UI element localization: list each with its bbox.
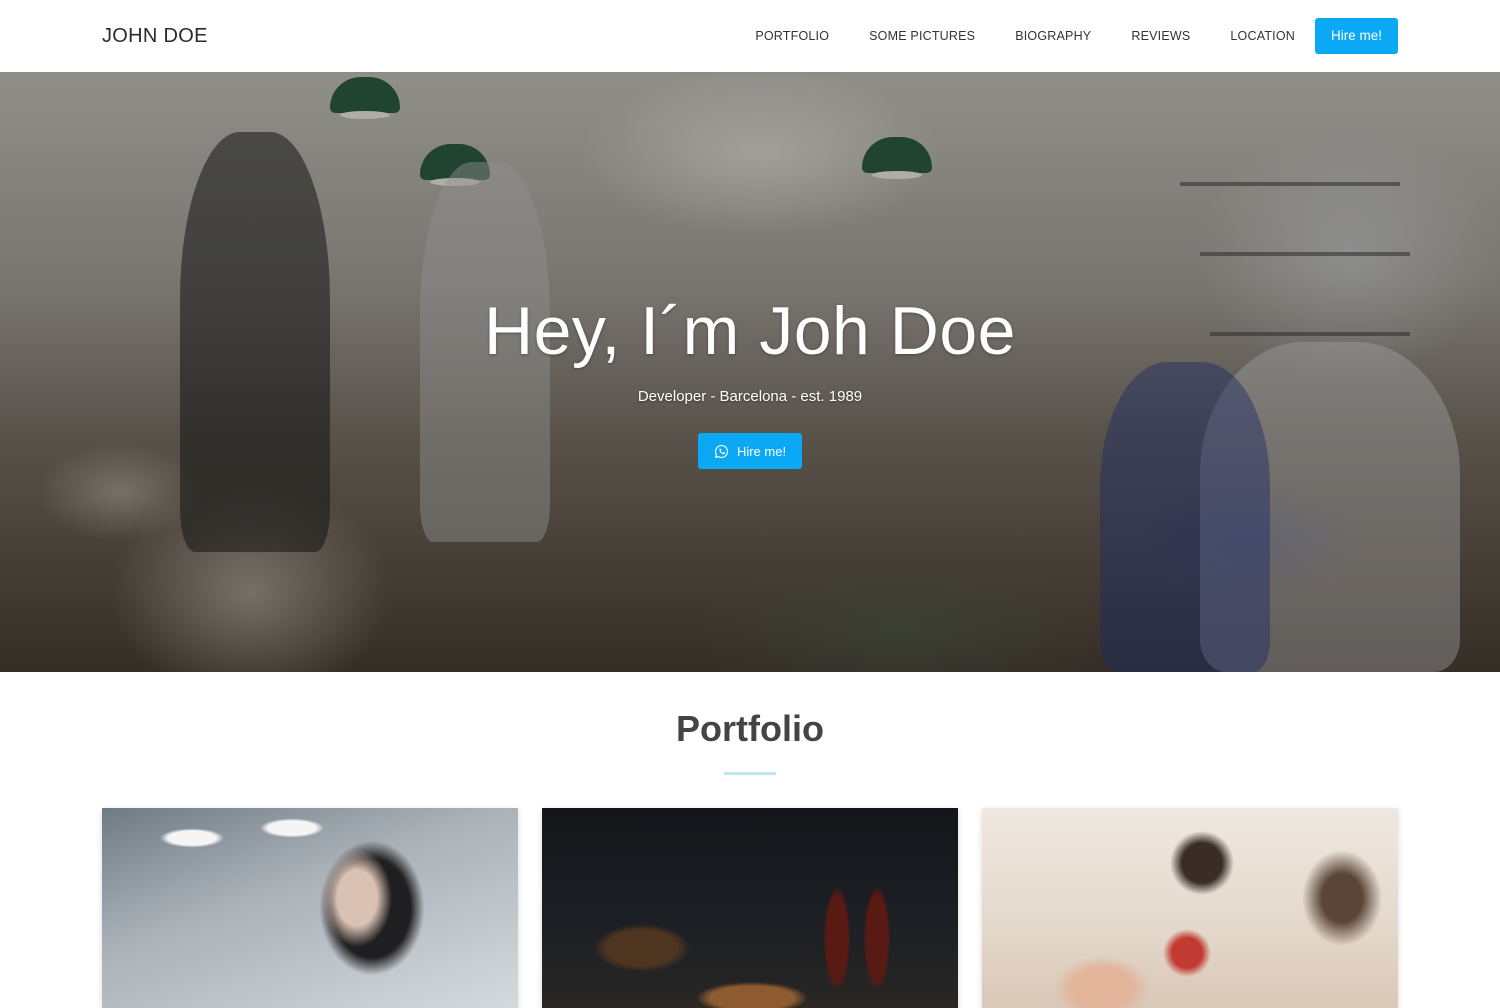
portfolio-card-woman-portrait[interactable] [102,808,518,1008]
hero-subtitle: Developer - Barcelona - est. 1989 [637,388,863,405]
nav-link-portfolio[interactable]: PORTFOLIO [735,29,849,43]
portfolio-divider [724,772,776,775]
nav-link-reviews[interactable]: REVIEWS [1111,29,1210,43]
nav-hire-button[interactable]: Hire me! [1314,18,1398,54]
hero-hire-button-label: Hire me! [736,443,787,459]
hero-section: Hey, I´m Joh Doe Developer - Barcelona -… [0,72,1500,672]
nav-link-location[interactable]: LOCATION [1210,29,1315,43]
whatsapp-icon [714,444,728,458]
brand-logo[interactable]: JOHN DOE [102,25,208,48]
portfolio-title: Portfolio [676,708,824,749]
hero-content: Hey, I´m Joh Doe Developer - Barcelona -… [0,72,1500,672]
hero-title: Hey, I´m Joh Doe [483,293,1016,369]
hero-hire-button[interactable]: Hire me! [697,433,803,469]
nav-link-some-pictures[interactable]: SOME PICTURES [849,29,995,43]
nav-links: PORTFOLIO SOME PICTURES BIOGRAPHY REVIEW… [735,18,1398,54]
portfolio-card-coca-cola[interactable] [542,808,958,1008]
nav-link-biography[interactable]: BIOGRAPHY [995,29,1111,43]
portfolio-card-tattoo-hand[interactable] [982,808,1398,1008]
top-navbar: JOHN DOE PORTFOLIO SOME PICTURES BIOGRAP… [0,0,1500,72]
